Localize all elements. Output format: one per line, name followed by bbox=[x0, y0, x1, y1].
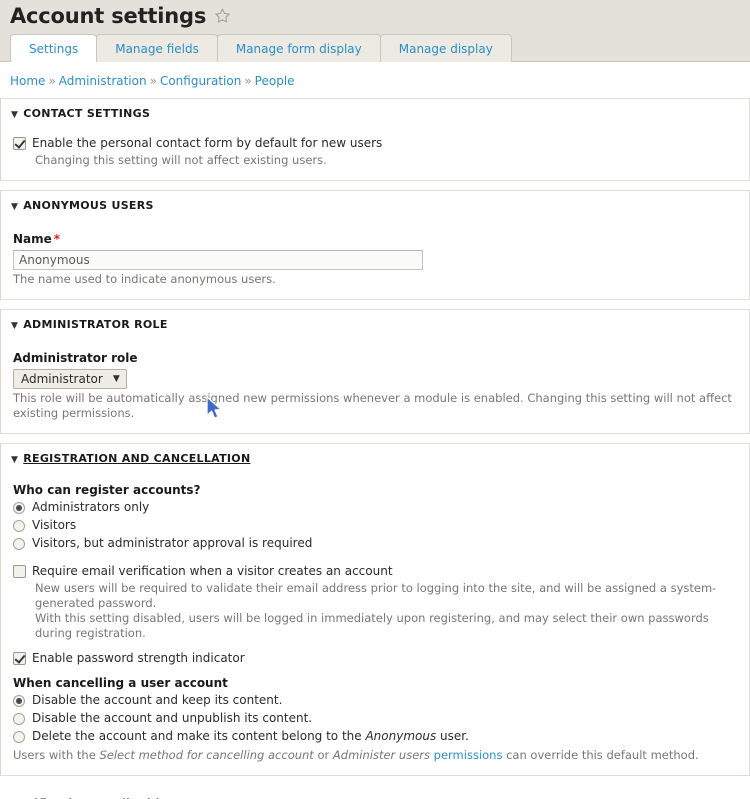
breadcrumb-link-people[interactable]: People bbox=[255, 74, 295, 88]
legend-label: Contact settings bbox=[23, 107, 151, 121]
who-option-administrators-only[interactable]: Administrators only bbox=[13, 500, 739, 515]
anonymous-users-legend[interactable]: ▼ Anonymous users bbox=[1, 191, 749, 218]
legend-label: Anonymous users bbox=[23, 199, 154, 213]
section-registration-and-cancellation: ▼ Registration and cancellation Who can … bbox=[0, 443, 750, 777]
page-header: Account settings Settings Manage fields … bbox=[0, 0, 750, 63]
anonymous-users-body: Name* The name used to indicate anonymou… bbox=[1, 218, 749, 299]
radio-visitors[interactable] bbox=[13, 520, 25, 533]
contact-settings-legend[interactable]: ▼ Contact settings bbox=[1, 99, 749, 126]
cancel-method-description: Users with the Select method for cancell… bbox=[13, 748, 739, 763]
personal-contact-form-description: Changing this setting will not affect ex… bbox=[35, 153, 327, 168]
tab-manage-form-display[interactable]: Manage form display bbox=[216, 34, 381, 63]
tab-manage-fields[interactable]: Manage fields bbox=[96, 34, 218, 63]
administrator-role-legend[interactable]: ▼ Administrator role bbox=[1, 310, 749, 337]
tab-settings[interactable]: Settings bbox=[10, 34, 98, 63]
email-verification-row: Require email verification when a visito… bbox=[13, 564, 739, 579]
anonymous-name-description: The name used to indicate anonymous user… bbox=[13, 272, 276, 287]
who-option-visitors-with-approval[interactable]: Visitors, but administrator approval is … bbox=[13, 536, 739, 551]
breadcrumb-link-administration[interactable]: Administration bbox=[59, 74, 147, 88]
cancel-desc-p4: can override this default method. bbox=[502, 748, 699, 763]
tab-manage-display[interactable]: Manage display bbox=[379, 34, 512, 63]
anonymous-name-label-text: Name bbox=[13, 232, 52, 247]
radio-administrators-only[interactable] bbox=[13, 502, 25, 515]
cancel-option-disable-keep[interactable]: Disable the account and keep its content… bbox=[13, 693, 739, 708]
option-label: Disable the account and unpublish its co… bbox=[32, 711, 313, 726]
administrator-role-select[interactable]: Administrator ▼ bbox=[13, 369, 127, 390]
radio-visitors-approval[interactable] bbox=[13, 538, 25, 551]
who-option-visitors[interactable]: Visitors bbox=[13, 518, 739, 533]
breadcrumb-link-home[interactable]: Home bbox=[10, 74, 45, 88]
administrator-role-label: Administrator role bbox=[13, 351, 138, 366]
chevron-down-icon: ▼ bbox=[11, 110, 19, 121]
email-verification-description-line1: New users will be required to validate t… bbox=[35, 581, 717, 611]
who-can-register-label: Who can register accounts? bbox=[13, 483, 201, 498]
star-outline-icon[interactable] bbox=[214, 7, 231, 27]
contact-settings-body: Enable the personal contact form by defa… bbox=[1, 126, 749, 180]
permissions-link[interactable]: permissions bbox=[434, 748, 503, 762]
chevron-down-icon: ▼ bbox=[11, 321, 19, 332]
required-marker: * bbox=[53, 232, 61, 247]
registration-cancellation-body: Who can register accounts? Administrator… bbox=[1, 471, 749, 775]
breadcrumb-separator: » bbox=[149, 74, 157, 89]
administrator-role-description: This role will be automatically assigned… bbox=[13, 391, 732, 421]
option-label: Visitors, but administrator approval is … bbox=[32, 536, 313, 551]
personal-contact-form-checkbox[interactable] bbox=[13, 137, 26, 151]
radio-disable-keep-content[interactable] bbox=[13, 695, 25, 708]
anonymous-name-label: Name * bbox=[13, 232, 739, 246]
cancel-desc-em2: Administer users bbox=[332, 748, 430, 763]
option-label: Visitors bbox=[32, 518, 77, 533]
breadcrumb-link-configuration[interactable]: Configuration bbox=[160, 74, 241, 88]
chevron-down-icon: ▼ bbox=[11, 202, 19, 213]
cancel-desc-em1: Select method for cancelling account bbox=[99, 748, 314, 763]
option-label-pre: Delete the account and make its content … bbox=[32, 729, 366, 744]
chevron-down-icon: ▼ bbox=[112, 374, 120, 385]
page-title: Account settings bbox=[10, 4, 207, 28]
option-label-emphasis: Anonymous bbox=[365, 729, 437, 744]
personal-contact-form-row: Enable the personal contact form by defa… bbox=[13, 136, 739, 151]
password-strength-checkbox[interactable] bbox=[13, 652, 26, 666]
cancel-option-delete-reassign[interactable]: Delete the account and make its content … bbox=[13, 729, 739, 744]
tab-label: Manage form display bbox=[235, 42, 362, 57]
tab-label: Manage display bbox=[398, 42, 493, 57]
administrator-role-body: Administrator role Administrator ▼ This … bbox=[1, 337, 749, 433]
legend-label: Administrator role bbox=[23, 318, 168, 332]
password-strength-row: Enable password strength indicator bbox=[13, 651, 739, 666]
breadcrumb: Home» Administration» Configuration» People bbox=[0, 62, 750, 99]
personal-contact-form-label[interactable]: Enable the personal contact form by defa… bbox=[32, 136, 382, 151]
radio-delete-reassign-content[interactable] bbox=[13, 731, 25, 744]
cancel-option-disable-unpublish[interactable]: Disable the account and unpublish its co… bbox=[13, 711, 739, 726]
section-contact-settings: ▼ Contact settings Enable the personal c… bbox=[0, 98, 750, 182]
registration-cancellation-legend[interactable]: ▼ Registration and cancellation bbox=[1, 444, 749, 471]
chevron-down-icon: ▼ bbox=[11, 455, 19, 466]
option-label-post: user. bbox=[436, 729, 469, 744]
cancel-desc-p1: Users with the bbox=[13, 748, 100, 763]
anonymous-name-input[interactable] bbox=[13, 250, 423, 271]
primary-tabs: Settings Manage fields Manage form displ… bbox=[0, 34, 750, 63]
notification-email-block: Notification email address The email add… bbox=[0, 785, 750, 799]
email-verification-label[interactable]: Require email verification when a visito… bbox=[32, 564, 393, 579]
tab-label: Settings bbox=[29, 42, 79, 57]
section-administrator-role: ▼ Administrator role Administrator role … bbox=[0, 309, 750, 435]
breadcrumb-separator: » bbox=[48, 74, 56, 89]
cancel-desc-p2: or bbox=[313, 748, 333, 763]
legend-label: Registration and cancellation bbox=[23, 452, 251, 466]
email-verification-description-line2: With this setting disabled, users will b… bbox=[35, 611, 709, 641]
title-row: Account settings bbox=[0, 0, 750, 34]
breadcrumb-separator: » bbox=[244, 74, 252, 89]
option-label: Disable the account and keep its content… bbox=[32, 693, 283, 708]
option-label: Administrators only bbox=[32, 500, 150, 515]
password-strength-label[interactable]: Enable password strength indicator bbox=[32, 651, 245, 666]
cancel-method-label: When cancelling a user account bbox=[13, 676, 228, 691]
section-anonymous-users: ▼ Anonymous users Name* The name used to… bbox=[0, 190, 750, 301]
tab-label: Manage fields bbox=[115, 42, 199, 57]
radio-disable-unpublish-content[interactable] bbox=[13, 713, 25, 726]
option-label: Delete the account and make its content … bbox=[32, 729, 469, 744]
administrator-role-selected-value: Administrator bbox=[21, 372, 103, 387]
email-verification-checkbox[interactable] bbox=[13, 565, 26, 579]
